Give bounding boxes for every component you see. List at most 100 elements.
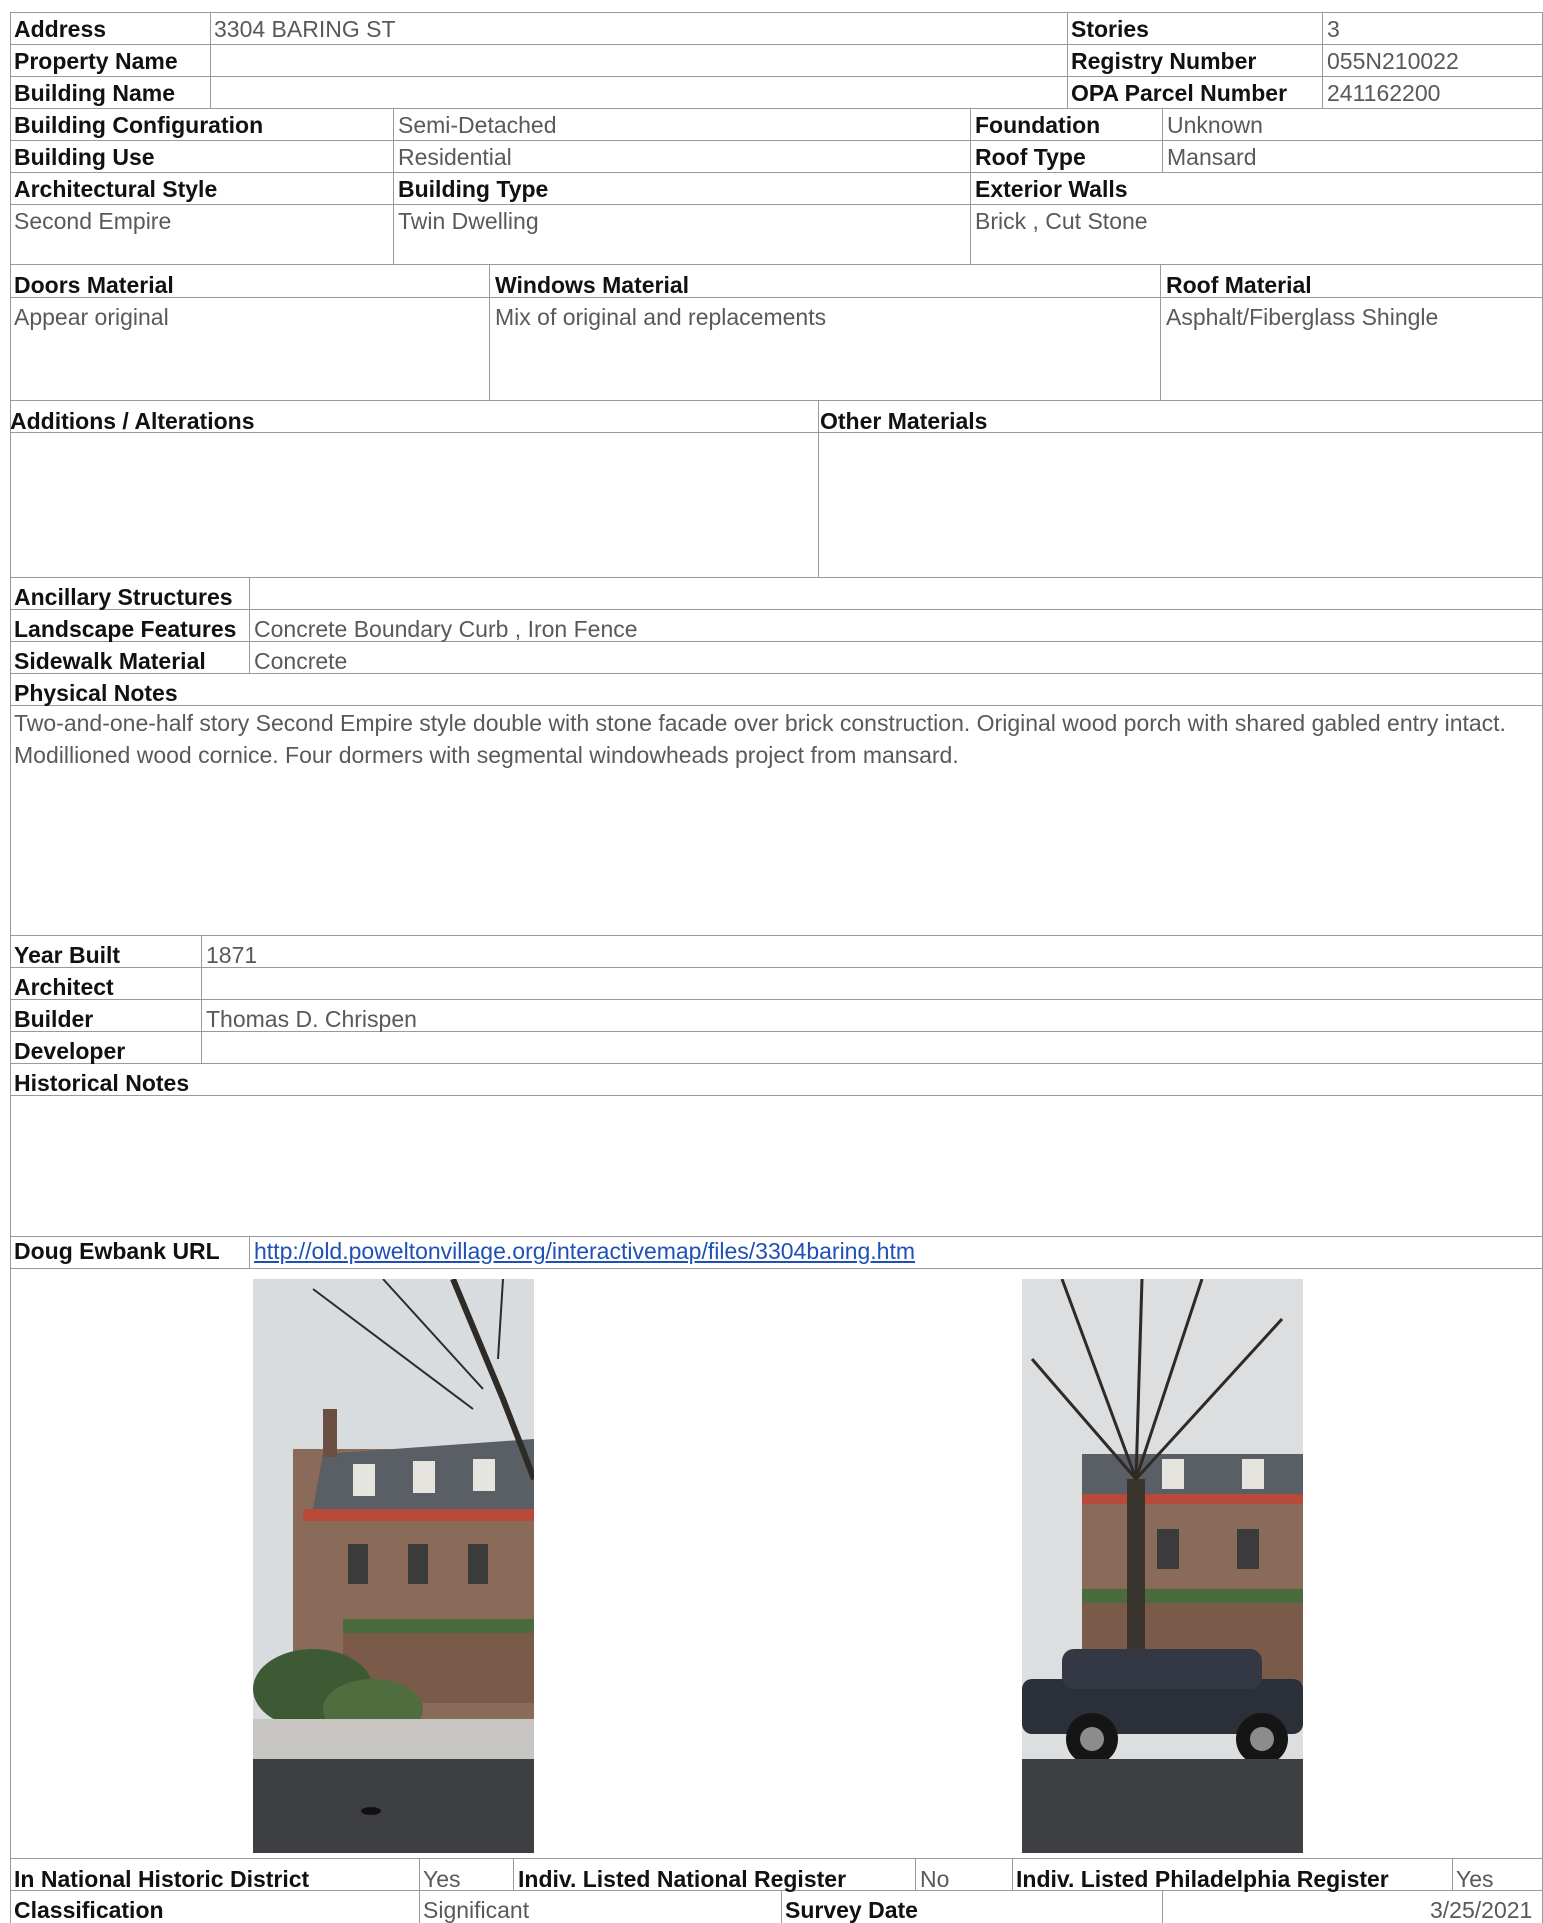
- col-divider: [970, 108, 971, 264]
- col-divider: [1067, 12, 1068, 108]
- developer-label: Developer: [14, 1038, 126, 1064]
- building-use-value: Residential: [398, 144, 512, 170]
- address-label: Address: [14, 16, 107, 42]
- year-built-label: Year Built: [14, 942, 121, 968]
- architect-label: Architect: [14, 974, 114, 1000]
- roof-type-value: Mansard: [1167, 144, 1257, 170]
- roof-material-value: Asphalt/Fiberglass Shingle: [1166, 304, 1439, 330]
- building-use-label: Building Use: [14, 144, 155, 170]
- doors-material-value: Appear original: [14, 304, 169, 330]
- builder-value: Thomas D. Chrispen: [206, 1006, 417, 1032]
- building-type-label: Building Type: [398, 176, 549, 202]
- row-divider: [10, 140, 1543, 141]
- col-divider: [1162, 1890, 1163, 1923]
- row-divider: [10, 673, 1543, 674]
- row-divider: [10, 172, 1543, 173]
- doug-ewbank-url-link[interactable]: http://old.poweltonvillage.org/interacti…: [254, 1240, 915, 1263]
- architectural-style-value: Second Empire: [14, 208, 172, 234]
- windows-material-value: Mix of original and replacements: [495, 304, 827, 330]
- year-built-value: 1871: [206, 942, 258, 968]
- building-photo-right: [1022, 1279, 1303, 1853]
- col-divider: [249, 1236, 250, 1268]
- philadelphia-register-label: Indiv. Listed Philadelphia Register: [1016, 1866, 1389, 1892]
- doors-material-label: Doors Material: [14, 272, 174, 298]
- row-divider: [10, 705, 1543, 706]
- national-register-value: No: [920, 1866, 950, 1892]
- exterior-walls-value: Brick , Cut Stone: [975, 208, 1148, 234]
- doug-ewbank-url-label: Doug Ewbank URL: [14, 1238, 220, 1264]
- row-divider: [10, 609, 1543, 610]
- roof-type-label: Roof Type: [975, 144, 1086, 170]
- building-photo-left: [253, 1279, 534, 1853]
- col-divider: [393, 108, 394, 264]
- col-divider: [1452, 1858, 1453, 1890]
- survey-date-label: Survey Date: [785, 1897, 918, 1923]
- physical-notes-label: Physical Notes: [14, 680, 178, 706]
- row-divider: [10, 76, 1543, 77]
- architectural-style-label: Architectural Style: [14, 176, 218, 202]
- philadelphia-register-value: Yes: [1456, 1866, 1494, 1892]
- registry-number-value: 055N210022: [1327, 48, 1459, 74]
- physical-notes-text: Two-and-one-half story Second Empire sty…: [14, 710, 1506, 768]
- col-divider: [781, 1890, 782, 1923]
- col-divider: [1160, 264, 1161, 400]
- row-divider: [10, 108, 1543, 109]
- row-divider: [10, 1858, 1543, 1859]
- row-divider: [10, 935, 1543, 936]
- row-divider: [10, 1236, 1543, 1237]
- historical-notes-label: Historical Notes: [14, 1070, 190, 1096]
- additions-alterations-label: Additions / Alterations: [10, 408, 255, 434]
- opa-parcel-label: OPA Parcel Number: [1071, 80, 1288, 106]
- classification-value: Significant: [423, 1897, 530, 1923]
- building-photo-right-image: [1022, 1279, 1303, 1853]
- col-divider: [1012, 1858, 1013, 1890]
- row-divider: [10, 297, 1543, 298]
- building-name-label: Building Name: [14, 80, 176, 106]
- property-name-label: Property Name: [14, 48, 178, 74]
- national-historic-district-value: Yes: [423, 1866, 461, 1892]
- roof-material-label: Roof Material: [1166, 272, 1312, 298]
- building-photo-left-image: [253, 1279, 534, 1853]
- exterior-walls-label: Exterior Walls: [975, 176, 1128, 202]
- stories-value: 3: [1327, 16, 1340, 42]
- row-divider: [10, 12, 1543, 13]
- col-divider: [818, 400, 819, 577]
- col-divider: [513, 1858, 514, 1890]
- col-divider: [249, 577, 250, 673]
- col-divider: [1322, 12, 1323, 108]
- row-divider: [10, 44, 1543, 45]
- foundation-value: Unknown: [1167, 112, 1263, 138]
- row-divider: [10, 641, 1543, 642]
- sidewalk-material-value: Concrete: [254, 648, 348, 674]
- ancillary-structures-label: Ancillary Structures: [14, 584, 233, 610]
- col-divider: [489, 264, 490, 400]
- registry-number-label: Registry Number: [1071, 48, 1257, 74]
- other-materials-label: Other Materials: [820, 408, 988, 434]
- foundation-label: Foundation: [975, 112, 1101, 138]
- sidewalk-material-label: Sidewalk Material: [14, 648, 206, 674]
- row-divider: [10, 1268, 1543, 1269]
- building-configuration-value: Semi-Detached: [398, 112, 557, 138]
- builder-label: Builder: [14, 1006, 94, 1032]
- survey-date-value: 3/25/2021: [1430, 1897, 1533, 1923]
- row-divider: [10, 1063, 1543, 1064]
- building-configuration-label: Building Configuration: [14, 112, 264, 138]
- stories-label: Stories: [1071, 16, 1149, 42]
- national-register-label: Indiv. Listed National Register: [518, 1866, 847, 1892]
- row-divider: [10, 577, 1543, 578]
- address-value: 3304 BARING ST: [214, 16, 396, 42]
- classification-label: Classification: [14, 1897, 164, 1923]
- col-divider: [915, 1858, 916, 1890]
- landscape-features-label: Landscape Features: [14, 616, 237, 642]
- row-divider: [10, 264, 1543, 265]
- col-divider: [419, 1858, 420, 1923]
- col-divider: [210, 12, 211, 108]
- col-divider: [1162, 108, 1163, 172]
- opa-parcel-value: 241162200: [1327, 80, 1441, 106]
- landscape-features-value: Concrete Boundary Curb , Iron Fence: [254, 616, 638, 642]
- row-divider: [10, 1095, 1543, 1096]
- building-type-value: Twin Dwelling: [398, 208, 539, 234]
- row-divider: [10, 400, 1543, 401]
- windows-material-label: Windows Material: [495, 272, 690, 298]
- row-divider: [10, 999, 1543, 1000]
